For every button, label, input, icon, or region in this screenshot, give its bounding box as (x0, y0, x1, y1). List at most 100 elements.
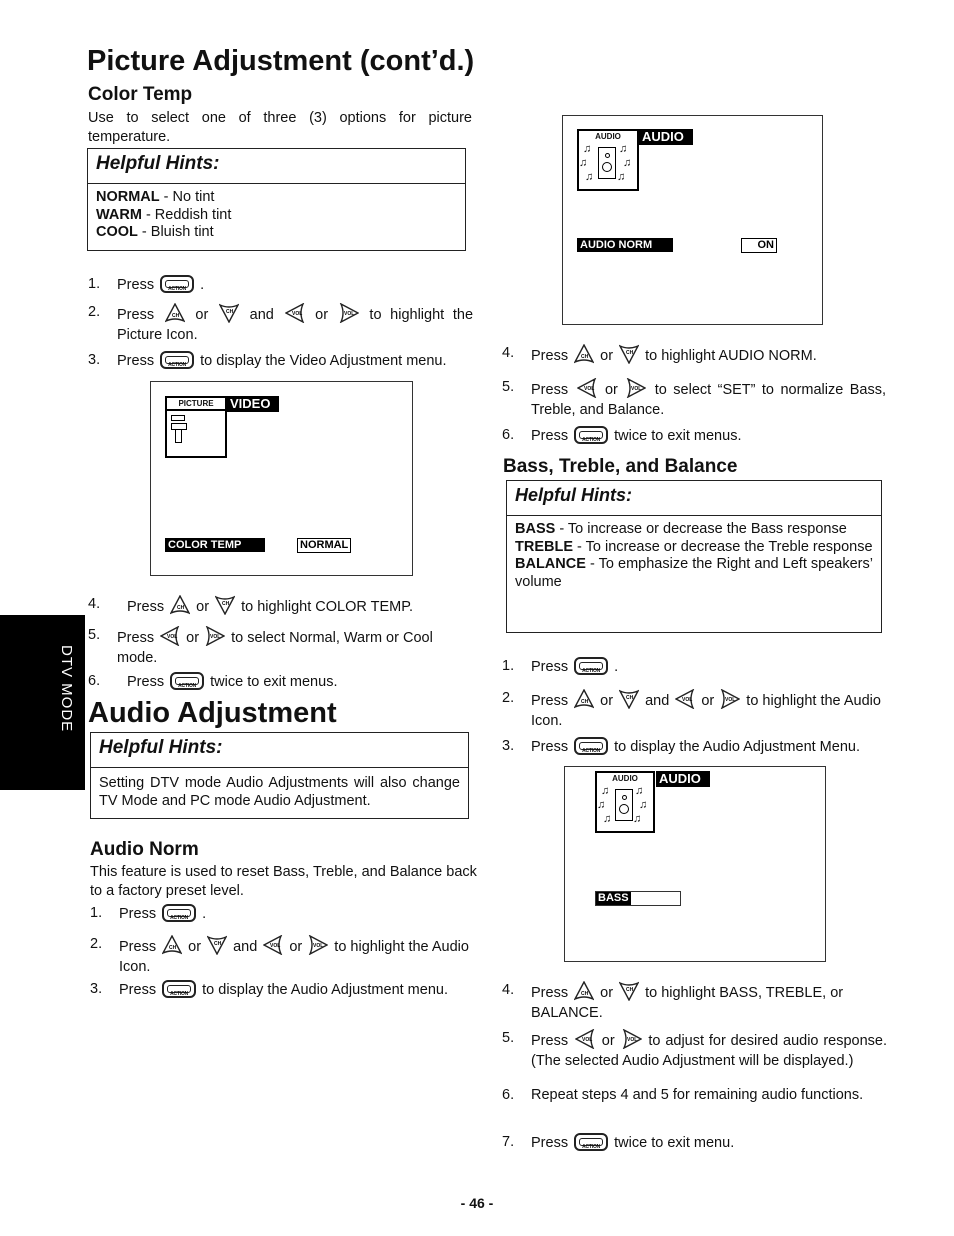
svg-text:CH: CH (214, 941, 222, 947)
action-button-icon: ACTION (574, 657, 609, 675)
svg-text:CH: CH (172, 313, 180, 319)
step-ct-5: 5. Press VOL or VOL to select Normal, Wa… (88, 626, 433, 666)
menu-value-on[interactable]: ON (741, 238, 777, 253)
svg-text:VOL: VOL (631, 386, 641, 392)
bass-treble-hints-box: Helpful Hints: BASS - To increase or dec… (506, 480, 882, 633)
step-an-4: 4. Press CH or CH to highlight AUDIO NOR… (502, 344, 817, 364)
vol-right-icon: VOL (309, 935, 329, 955)
menu-item-bass: BASS (596, 892, 631, 905)
vol-left-icon: VOL (263, 935, 283, 955)
menu-title: AUDIO (656, 771, 710, 787)
step-an-3: 3. Press ACTION to display the Audio Adj… (90, 980, 448, 998)
vol-left-icon: VOL (160, 626, 180, 646)
ch-down-icon: CH (619, 689, 640, 709)
side-tab-label: DTV MODE (58, 645, 75, 733)
menu-value-normal[interactable]: NORMAL (297, 538, 352, 553)
color-temp-heading: Color Temp (88, 84, 193, 105)
ch-up-icon: CH (574, 981, 595, 1001)
menu-title: AUDIO (639, 129, 693, 145)
step-an-5: 5. Press VOL or VOL to select “SET” to n… (502, 378, 887, 418)
ch-down-icon: CH (218, 303, 239, 323)
vol-right-icon: VOL (721, 689, 741, 709)
audio-norm-intro: This feature is used to reset Bass, Treb… (90, 864, 477, 899)
vol-right-icon: VOL (205, 626, 226, 646)
audio-icon-label: AUDIO (595, 132, 621, 141)
ch-up-icon: CH (162, 935, 183, 955)
video-menu-screen: PICTURE VIDEO COLOR TEMP NORMAL (150, 381, 413, 576)
step-bt-2: 2. Press CH or CH and VOL or VOL to high… (502, 689, 881, 729)
vol-right-icon: VOL (622, 1029, 642, 1049)
ch-down-icon: CH (619, 344, 640, 364)
audio-icon: AUDIO ♫ ♫ ♫ ♫ ♫ ♫ (595, 771, 655, 833)
audio-icon-label: AUDIO (612, 774, 638, 783)
hint-item-balance: BALANCE - To emphasize the Right and Lef… (515, 556, 873, 590)
action-button-icon: ACTION (574, 426, 609, 444)
picture-icon: PICTURE (165, 396, 227, 458)
hints-title: Helpful Hints: (88, 149, 465, 184)
vol-left-icon: VOL (284, 303, 304, 323)
page-number: - 46 - (460, 1195, 494, 1211)
svg-text:CH: CH (581, 991, 589, 997)
svg-text:VOL: VOL (270, 943, 280, 949)
hints-title: Helpful Hints: (507, 481, 881, 516)
side-tab-dtv-mode: DTV MODE (0, 615, 85, 790)
step-bt-7: 7. Press ACTION twice to exit menu. (502, 1133, 735, 1151)
hints-text: Setting DTV mode Audio Adjustments will … (99, 775, 460, 809)
svg-text:CH: CH (177, 605, 185, 611)
picture-icon-label: PICTURE (167, 398, 225, 411)
ch-up-icon: CH (164, 303, 185, 323)
vol-right-icon: VOL (339, 303, 359, 323)
svg-text:VOL: VOL (627, 1037, 637, 1043)
svg-text:VOL: VOL (582, 1037, 592, 1043)
hints-title: Helpful Hints: (91, 733, 468, 768)
svg-text:CH: CH (226, 309, 234, 315)
hint-item-treble: TREBLE - To increase or decrease the Tre… (515, 538, 873, 555)
step-bt-1: 1. Press ACTION . (502, 657, 619, 675)
audio-icon: AUDIO ♫ ♫ ♫ ♫ ♫ ♫ (577, 129, 639, 191)
svg-text:CH: CH (626, 695, 634, 701)
ch-down-icon: CH (207, 935, 228, 955)
menu-item-color-temp[interactable]: COLOR TEMP (165, 538, 265, 552)
color-temp-intro: Use to select one of three (3) options f… (88, 110, 472, 145)
menu-item-audio-norm[interactable]: AUDIO NORM (577, 238, 673, 252)
svg-text:CH: CH (581, 699, 589, 705)
hint-item-normal: NORMAL - No tint (96, 189, 215, 205)
svg-text:VOL: VOL (584, 386, 594, 392)
svg-text:VOL: VOL (167, 634, 177, 640)
vol-left-icon: VOL (574, 1029, 595, 1049)
svg-text:VOL: VOL (292, 311, 302, 317)
svg-text:CH: CH (581, 354, 589, 360)
step-bt-5: 5. Press VOL or VOL to adjust for desire… (502, 1029, 888, 1069)
step-an-1: 1. Press ACTION . (90, 904, 207, 922)
action-button-icon: ACTION (170, 672, 205, 690)
action-button-icon: ACTION (162, 980, 197, 998)
hint-item-bass: BASS - To increase or decrease the Bass … (515, 521, 847, 537)
step-ct-1: 1. Press ACTION . (88, 275, 205, 293)
hint-item-cool: COOL - Bluish tint (96, 224, 214, 240)
ch-up-icon: CH (574, 344, 595, 364)
svg-text:VOL: VOL (313, 943, 323, 949)
step-an-6: 6. Press ACTION twice to exit menus. (502, 426, 742, 444)
step-bt-6: 6. Repeat steps 4 and 5 for remaining au… (502, 1087, 864, 1103)
menu-item-bass-bar[interactable]: BASS (595, 891, 681, 906)
vol-left-icon: VOL (675, 689, 695, 709)
page-title: Picture Adjustment (cont’d.) (87, 45, 475, 77)
ch-down-icon: CH (215, 595, 236, 615)
vol-left-icon: VOL (576, 378, 596, 398)
svg-text:VOL: VOL (725, 697, 735, 703)
svg-text:CH: CH (222, 601, 230, 607)
action-button-icon: ACTION (160, 351, 195, 369)
svg-text:CH: CH (626, 987, 634, 993)
audio-adjustment-heading: Audio Adjustment (88, 697, 337, 729)
svg-text:VOL: VOL (682, 697, 692, 703)
step-ct-4: 4. Press CH or CH to highlight COLOR TEM… (88, 595, 414, 615)
step-ct-2: 2. Press CH or CH and VOL or VOL to high… (88, 303, 474, 343)
hint-item-warm: WARM - Reddish tint (96, 206, 232, 223)
audio-norm-heading: Audio Norm (90, 839, 199, 860)
svg-text:CH: CH (626, 350, 634, 356)
ch-up-icon: CH (170, 595, 191, 615)
svg-text:VOL: VOL (210, 634, 220, 640)
svg-text:CH: CH (169, 945, 177, 951)
step-ct-6: 6. Press ACTION twice to exit menus. (88, 672, 338, 690)
action-button-icon: ACTION (574, 737, 609, 755)
